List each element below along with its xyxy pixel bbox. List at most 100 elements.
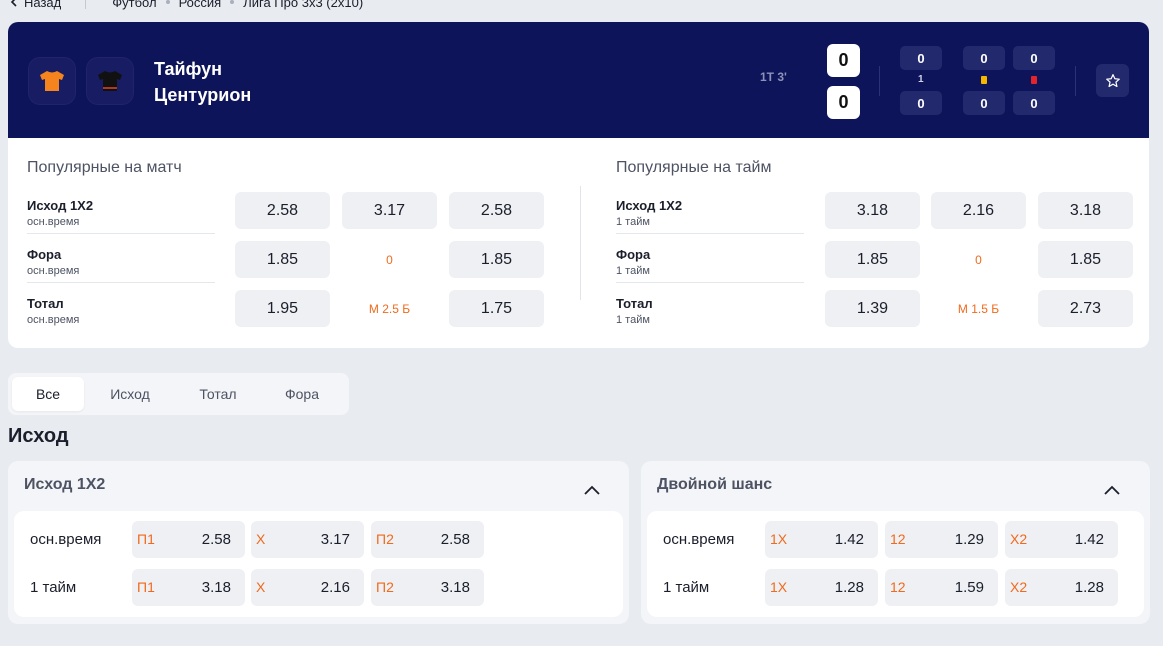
- market-sub: осн.время: [27, 265, 80, 277]
- chevron-left-icon: [10, 0, 17, 7]
- odd-button[interactable]: 3.17: [342, 192, 437, 229]
- handicap-value: 0: [386, 252, 393, 267]
- favorite-button[interactable]: [1096, 64, 1129, 97]
- odd-key: П2: [376, 531, 394, 547]
- odd-value: 2.58: [201, 531, 231, 548]
- market-panel-body: осн.время 1Х 1.42 12 1.29 Х2 1.42 1 тайм 1Х…: [647, 511, 1144, 617]
- odd-button[interactable]: 1.85: [1038, 241, 1133, 278]
- breadcrumb-country[interactable]: Россия: [179, 0, 222, 10]
- market-sub: 1 тайм: [616, 314, 650, 326]
- odd-cell[interactable]: П2 2.58: [371, 521, 484, 558]
- odd-cell[interactable]: П2 3.18: [371, 569, 484, 606]
- market-panel-title: Исход 1X2: [24, 476, 106, 493]
- tab-all[interactable]: Все: [12, 377, 84, 411]
- odd-button[interactable]: 1.85: [825, 241, 920, 278]
- odd-value: 1.42: [834, 531, 864, 548]
- breadcrumb-separator: [85, 0, 87, 9]
- odd-value: 1.59: [954, 579, 984, 596]
- header-divider: [1075, 66, 1076, 96]
- total-value: М 2.5 Б: [368, 301, 411, 316]
- section-divider: [580, 186, 581, 300]
- odd-cell[interactable]: 1Х 1.42: [765, 521, 878, 558]
- market-row-label: осн.время: [663, 531, 735, 548]
- odd-button[interactable]: 1.85: [449, 241, 544, 278]
- team1-jersey: [28, 57, 76, 105]
- match-card: Тайфун Центурион 1Т 3' 0 0 0 1 0 0 0 0 0…: [8, 22, 1149, 348]
- odd-key: Х2: [1010, 531, 1028, 547]
- section-title: Исход: [8, 425, 69, 447]
- star-icon: [1105, 73, 1120, 87]
- breadcrumb-dot: [165, 0, 170, 4]
- chevron-up-icon[interactable]: [581, 481, 603, 499]
- chevron-up-icon[interactable]: [1101, 481, 1123, 499]
- market-row-label: Фора осн.время: [27, 241, 215, 283]
- market-row-label: Исход 1X2 осн.время: [27, 192, 215, 234]
- odd-cell[interactable]: П1 3.18: [132, 569, 245, 606]
- market-sub: 1 тайм: [616, 216, 650, 228]
- stat-half-label: 1: [918, 74, 924, 85]
- stat-red-team1: 0: [1013, 46, 1055, 70]
- market-name: Исход 1X2: [27, 198, 94, 213]
- breadcrumb-league[interactable]: Лига Про 3x3 (2x10): [243, 0, 363, 10]
- header-divider: [879, 66, 880, 96]
- breadcrumb-dot: [230, 0, 235, 4]
- odd-key: П1: [137, 531, 155, 547]
- odd-button[interactable]: 1.39: [825, 290, 920, 327]
- match-period: 1Т 3': [760, 70, 787, 84]
- tab-outcome[interactable]: Исход: [92, 377, 168, 411]
- odd-button[interactable]: 3.18: [825, 192, 920, 229]
- odd-button[interactable]: 3.18: [1038, 192, 1133, 229]
- jersey-icon: [98, 71, 122, 91]
- odd-key: 12: [890, 531, 906, 547]
- odd-cell[interactable]: 1Х 1.28: [765, 569, 878, 606]
- market-panel-body: осн.время П1 2.58 Х 3.17 П2 2.58 1 тайм П1 3…: [14, 511, 623, 617]
- odd-cell[interactable]: 12 1.59: [885, 569, 998, 606]
- odd-key: 1Х: [770, 579, 788, 595]
- handicap-value: 0: [975, 252, 982, 267]
- market-name: Фора: [27, 247, 62, 262]
- odd-key: П2: [376, 579, 394, 595]
- odd-cell[interactable]: Х2 1.42: [1005, 521, 1118, 558]
- odd-cell[interactable]: Х 2.16: [251, 569, 364, 606]
- market-sub: осн.время: [27, 314, 80, 326]
- popular-match-title: Популярные на матч: [27, 159, 182, 176]
- odd-cell[interactable]: Х 3.17: [251, 521, 364, 558]
- market-panel-1x2: Исход 1X2 осн.время П1 2.58 Х 3.17 П2 2.58 …: [8, 461, 629, 624]
- odd-button[interactable]: 2.16: [931, 192, 1026, 229]
- market-name: Тотал: [27, 296, 64, 311]
- stat-yellow-team2: 0: [963, 91, 1005, 115]
- odd-button[interactable]: 1.85: [235, 241, 330, 278]
- yellow-card-icon: [981, 76, 987, 84]
- back-link[interactable]: Назад: [10, 0, 61, 10]
- team2-jersey: [86, 57, 134, 105]
- odd-key: Х: [256, 531, 266, 547]
- stat-red-team2: 0: [1013, 91, 1055, 115]
- odd-cell[interactable]: 12 1.29: [885, 521, 998, 558]
- odd-button[interactable]: 2.58: [449, 192, 544, 229]
- team-names: Тайфун Центурион: [154, 56, 251, 108]
- odd-value: 2.58: [440, 531, 470, 548]
- odd-button[interactable]: 2.58: [235, 192, 330, 229]
- jersey-icon: [40, 71, 64, 91]
- market-tabs: Все Исход Тотал Фора: [8, 373, 349, 415]
- match-header: Тайфун Центурион 1Т 3' 0 0 0 1 0 0 0 0 0: [8, 22, 1149, 138]
- odd-button[interactable]: 1.75: [449, 290, 544, 327]
- odd-value: 3.17: [320, 531, 350, 548]
- odd-button[interactable]: 1.95: [235, 290, 330, 327]
- breadcrumb: Назад Футбол Россия Лига Про 3x3 (2x10): [10, 0, 363, 10]
- tab-total[interactable]: Тотал: [178, 377, 258, 411]
- stat-half-team1: 0: [900, 46, 942, 70]
- odd-cell[interactable]: П1 2.58: [132, 521, 245, 558]
- odd-button[interactable]: 2.73: [1038, 290, 1133, 327]
- market-row-label: 1 тайм: [30, 579, 77, 596]
- market-sub: осн.время: [27, 216, 80, 228]
- breadcrumb-sport[interactable]: Футбол: [112, 0, 156, 10]
- market-row-label: осн.время: [30, 531, 102, 548]
- odd-cell[interactable]: Х2 1.28: [1005, 569, 1118, 606]
- total-value: М 1.5 Б: [957, 301, 1000, 316]
- popular-half-title: Популярные на тайм: [616, 159, 772, 176]
- market-row-label: Тотал осн.время: [27, 290, 215, 332]
- tab-handicap[interactable]: Фора: [264, 377, 340, 411]
- odd-key: П1: [137, 579, 155, 595]
- odd-value: 2.16: [320, 579, 350, 596]
